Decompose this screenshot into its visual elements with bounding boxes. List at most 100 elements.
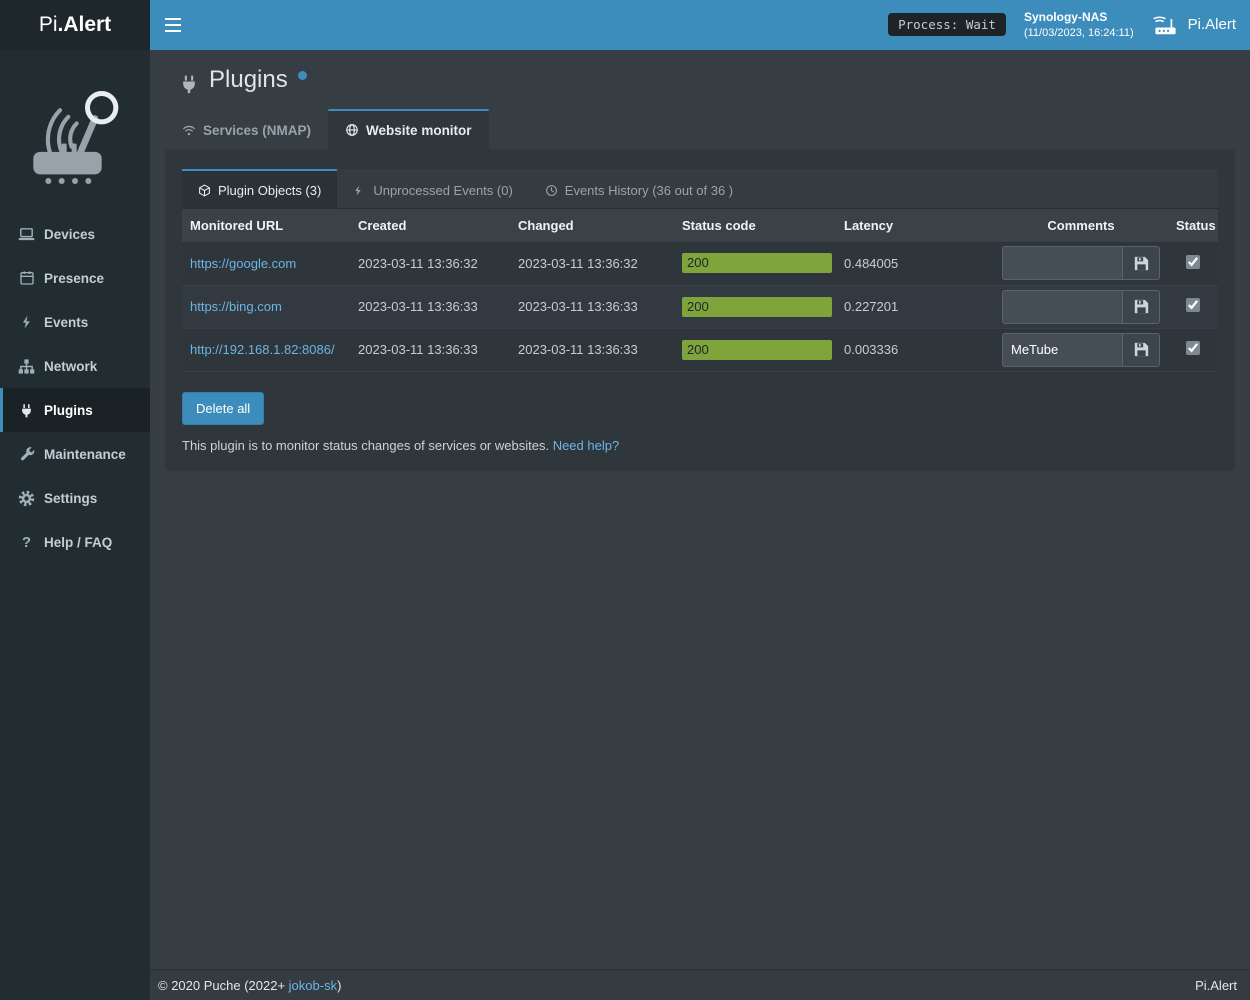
status-code-bar: 200: [682, 297, 832, 317]
wrench-icon: [18, 446, 35, 463]
save-icon: [1134, 342, 1149, 357]
sidebar-item-help-faq[interactable]: ? Help / FAQ: [0, 520, 150, 564]
main-content: Plugins Services (NMAP) Website monitor …: [150, 50, 1250, 969]
table-header-row: Monitored URL Created Changed Status cod…: [182, 209, 1218, 242]
signal-icon: [182, 123, 196, 137]
sidebar-item-presence[interactable]: Presence: [0, 256, 150, 300]
sidebar-item-events[interactable]: Events: [0, 300, 150, 344]
author-link[interactable]: jokob-sk: [289, 978, 337, 993]
sidebar: Devices Presence Events Network Plugins: [0, 50, 150, 1000]
top-header: Pi.Alert Process: Wait Synology-NAS (11/…: [0, 0, 1250, 50]
comment-input[interactable]: [1002, 290, 1122, 324]
clock-icon: [545, 184, 558, 197]
created-cell: 2023-03-11 13:36:33: [350, 328, 510, 371]
save-icon: [1134, 299, 1149, 314]
plug-icon: [18, 402, 35, 419]
sidebar-item-label: Presence: [44, 271, 104, 286]
tab-plugin-objects[interactable]: Plugin Objects (3): [182, 169, 337, 209]
footer: © 2020 Puche (2022+ jokob-sk) Pi.Alert: [150, 969, 1250, 1000]
table-row: http://192.168.1.82:8086/ 2023-03-11 13:…: [182, 328, 1218, 371]
col-header-status-code: Status code: [674, 209, 836, 242]
navbar: Process: Wait Synology-NAS (11/03/2023, …: [150, 0, 1250, 50]
save-comment-button[interactable]: [1122, 333, 1160, 367]
status-checkbox[interactable]: [1186, 298, 1200, 312]
col-header-monitored-url: Monitored URL: [182, 209, 350, 242]
latency-cell: 0.227201: [836, 285, 994, 328]
panel-tabs: Plugin Objects (3) Unprocessed Events (0…: [182, 169, 1218, 209]
status-checkbox[interactable]: [1186, 255, 1200, 269]
monitored-url-link[interactable]: http://192.168.1.82:8086/: [190, 342, 335, 357]
bolt-icon: [353, 184, 366, 197]
sidebar-item-maintenance[interactable]: Maintenance: [0, 432, 150, 476]
table-row: https://bing.com 2023-03-11 13:36:33 202…: [182, 285, 1218, 328]
globe-icon: [345, 123, 359, 137]
app-name: Pi.Alert: [1188, 16, 1236, 33]
comment-input[interactable]: [1002, 333, 1122, 367]
sitemap-icon: [18, 358, 35, 375]
question-icon: ?: [18, 534, 35, 551]
sidebar-item-label: Devices: [44, 227, 95, 242]
latency-cell: 0.484005: [836, 242, 994, 285]
status-code-bar: 200: [682, 253, 832, 273]
title-info-badge[interactable]: [298, 71, 307, 80]
tab-unprocessed-events[interactable]: Unprocessed Events (0): [337, 169, 528, 209]
footer-brand: Pi.Alert: [1195, 978, 1237, 993]
status-code-bar: 200: [682, 340, 832, 360]
changed-cell: 2023-03-11 13:36:33: [510, 328, 674, 371]
created-cell: 2023-03-11 13:36:32: [350, 242, 510, 285]
delete-all-button[interactable]: Delete all: [182, 392, 264, 425]
sidebar-item-network[interactable]: Network: [0, 344, 150, 388]
plug-icon: [179, 73, 199, 95]
plugin-objects-table: Monitored URL Created Changed Status cod…: [182, 209, 1218, 372]
sidebar-item-devices[interactable]: Devices: [0, 212, 150, 256]
tab-label: Unprocessed Events (0): [373, 183, 512, 198]
tab-label: Website monitor: [366, 123, 472, 138]
plugin-description: This plugin is to monitor status changes…: [182, 438, 549, 453]
laptop-icon: [18, 226, 35, 243]
brand-pi: Pi: [39, 13, 58, 37]
latency-cell: 0.003336: [836, 328, 994, 371]
save-icon: [1134, 256, 1149, 271]
tab-label: Plugin Objects (3): [218, 183, 321, 198]
col-header-comments: Comments: [994, 209, 1168, 242]
changed-cell: 2023-03-11 13:36:33: [510, 285, 674, 328]
cube-icon: [198, 184, 211, 197]
calendar-icon: [18, 270, 35, 287]
plugin-tabs: Services (NMAP) Website monitor: [165, 109, 1235, 149]
sidebar-item-label: Settings: [44, 491, 97, 506]
sidebar-item-label: Maintenance: [44, 447, 126, 462]
footer-copyright: © 2020 Puche (2022+ jokob-sk): [158, 978, 341, 993]
col-header-status: Status: [1168, 209, 1218, 242]
need-help-link[interactable]: Need help?: [553, 438, 620, 453]
sidebar-toggle-button[interactable]: [150, 0, 196, 50]
hamburger-icon: [165, 18, 181, 32]
changed-cell: 2023-03-11 13:36:32: [510, 242, 674, 285]
sidebar-menu: Devices Presence Events Network Plugins: [0, 212, 150, 564]
app-link[interactable]: Pi.Alert: [1152, 14, 1236, 36]
pialert-logo: [0, 50, 150, 204]
bolt-icon: [18, 314, 35, 331]
save-comment-button[interactable]: [1122, 290, 1160, 324]
tab-label: Events History (36 out of 36 ): [565, 183, 733, 198]
col-header-latency: Latency: [836, 209, 994, 242]
monitored-url-link[interactable]: https://bing.com: [190, 299, 282, 314]
sidebar-item-plugins[interactable]: Plugins: [0, 388, 150, 432]
sidebar-item-settings[interactable]: Settings: [0, 476, 150, 520]
save-comment-button[interactable]: [1122, 246, 1160, 280]
sidebar-item-label: Events: [44, 315, 88, 330]
sidebar-item-label: Network: [44, 359, 97, 374]
monitored-url-link[interactable]: https://google.com: [190, 256, 296, 271]
host-timestamp: (11/03/2023, 16:24:11): [1024, 26, 1134, 40]
status-checkbox[interactable]: [1186, 341, 1200, 355]
host-name: Synology-NAS: [1024, 10, 1134, 26]
copyright-text: © 2020 Puche (2022+: [158, 978, 285, 993]
brand-alert: .Alert: [58, 13, 112, 37]
website-monitor-panel: Plugin Objects (3) Unprocessed Events (0…: [165, 149, 1235, 471]
router-icon: [1152, 14, 1179, 36]
comment-input[interactable]: [1002, 246, 1122, 280]
page-title: Plugins: [209, 66, 288, 94]
col-header-created: Created: [350, 209, 510, 242]
tab-events-history[interactable]: Events History (36 out of 36 ): [529, 169, 749, 209]
tab-website-monitor[interactable]: Website monitor: [328, 109, 489, 149]
tab-services-nmap[interactable]: Services (NMAP): [165, 109, 328, 149]
